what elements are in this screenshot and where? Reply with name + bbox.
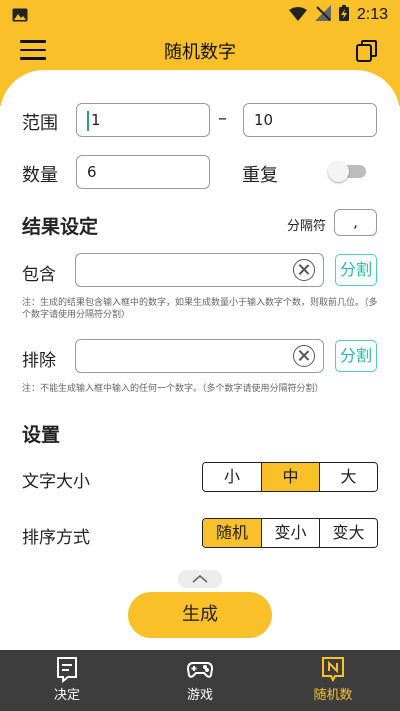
range-label: 范围 [22, 113, 58, 134]
sort-ascending-option[interactable]: 变大 [319, 519, 377, 547]
status-time: 2:13 [356, 6, 388, 23]
nav-label-decide: 决定 [53, 688, 80, 703]
repeat-label: 重复 [242, 165, 278, 186]
text-caret [87, 110, 89, 131]
exclude-label: 排除 [22, 351, 56, 371]
range-max-input[interactable]: 10 [243, 103, 377, 137]
chevron-up-icon [192, 575, 208, 583]
include-note: 注：生成的结果包含输入框中的数字，如果生成数量小于输入数字个数，则取前几位。（多… [22, 298, 378, 320]
count-input[interactable]: 6 [76, 155, 210, 189]
copy-icon[interactable] [354, 38, 380, 64]
count-label: 数量 [22, 165, 58, 186]
signal-off-icon [314, 5, 331, 25]
font-size-label: 文字大小 [22, 472, 90, 492]
nav-label-games: 游戏 [186, 688, 213, 703]
sort-descending-option[interactable]: 变小 [261, 519, 319, 547]
range-min-input[interactable]: 1 [76, 103, 210, 137]
font-size-small-option[interactable]: 小 [203, 463, 261, 491]
exclude-note: 注：不能生成输入框中输入的任何一个数字。（多个数字请使用分隔符分割） [22, 384, 324, 394]
page-title: 随机数字 [164, 42, 236, 63]
sort-random-option[interactable]: 随机 [203, 519, 261, 547]
delimiter-input[interactable]: , [334, 209, 377, 236]
exclude-clear-icon[interactable] [293, 345, 315, 367]
bottom-nav: 决定 游戏 随机数 [0, 650, 400, 711]
result-settings-title: 结果设定 [22, 216, 99, 238]
include-split-button[interactable]: 分割 [335, 254, 377, 286]
sort-label: 排序方式 [22, 528, 90, 548]
exclude-split-button[interactable]: 分割 [335, 340, 377, 372]
include-label: 包含 [22, 265, 56, 285]
font-size-segmented: 小 中 大 [202, 462, 378, 492]
wifi-icon [288, 6, 307, 25]
nav-item-games[interactable]: 游戏 [150, 655, 250, 703]
delimiter-label: 分隔符 [287, 219, 327, 234]
generate-button[interactable]: 生成 [128, 592, 272, 638]
exclude-input[interactable] [75, 339, 324, 373]
font-size-large-option[interactable]: 大 [319, 463, 377, 491]
settings-title: 设置 [22, 424, 61, 446]
include-clear-icon[interactable] [293, 259, 315, 281]
gamepad-icon [186, 662, 214, 678]
range-separator: – [218, 108, 227, 129]
sort-segmented: 随机 变小 变大 [202, 518, 378, 548]
nav-item-random-number[interactable]: 随机数 [283, 655, 383, 703]
status-bar: 2:13 [0, 0, 400, 28]
repeat-toggle[interactable] [328, 161, 366, 182]
font-size-medium-option[interactable]: 中 [261, 463, 319, 491]
battery-charging-icon [338, 5, 349, 25]
random-number-icon [322, 657, 344, 683]
gallery-notification-icon [12, 7, 28, 26]
expand-handle[interactable] [178, 570, 222, 588]
include-input[interactable] [75, 253, 324, 287]
decide-icon [57, 657, 77, 683]
nav-item-decide[interactable]: 决定 [17, 655, 117, 703]
nav-label-random-number: 随机数 [313, 688, 353, 703]
